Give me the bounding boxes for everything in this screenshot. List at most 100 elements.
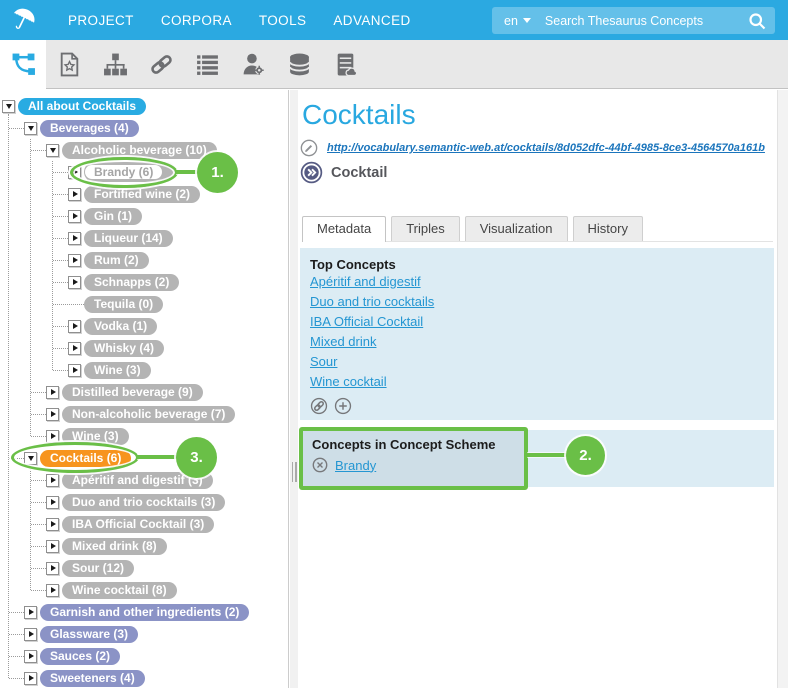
expand-icon[interactable] (68, 188, 81, 201)
tree-node-pill[interactable]: Glassware (3) (40, 626, 138, 643)
tree-connector (53, 370, 68, 371)
tree-node-pill[interactable]: Whisky (4) (84, 340, 164, 357)
top-concepts-actions (310, 397, 764, 415)
database-icon[interactable] (276, 40, 322, 89)
search-input[interactable] (545, 14, 747, 28)
splitter-grip[interactable] (292, 462, 295, 482)
tree-node-pill[interactable]: Schnapps (2) (84, 274, 179, 291)
tree-node-pill[interactable]: Vodka (1) (84, 318, 157, 335)
tree-node-pill[interactable]: Alcoholic beverage (10) (62, 142, 217, 159)
expand-icon[interactable] (46, 540, 59, 553)
expand-icon[interactable] (46, 408, 59, 421)
expand-icon[interactable] (46, 584, 59, 597)
expand-icon[interactable] (46, 562, 59, 575)
edit-pencil-icon[interactable] (300, 139, 318, 157)
top-concept-link[interactable]: Wine cocktail (310, 372, 387, 392)
scheme-concept-link[interactable]: Brandy (335, 458, 376, 473)
tree-node-pill[interactable]: Tequila (0) (84, 296, 163, 313)
expand-icon[interactable] (68, 364, 81, 377)
poolparty-umbrella-logo[interactable] (0, 0, 46, 40)
tree-item: Wine cocktail (8) (0, 579, 288, 601)
language-selector[interactable]: en (504, 14, 531, 28)
top-concepts-list: Apéritif and digestifDuo and trio cockta… (310, 272, 764, 392)
top-concepts-title: Top Concepts (310, 257, 764, 272)
tree-connector (31, 590, 46, 591)
expand-icon[interactable] (24, 628, 37, 641)
tree-connector (53, 304, 84, 305)
tree-item: Garnish and other ingredients (2) (0, 601, 288, 623)
tree-node-pill[interactable]: All about Cocktails (18, 98, 146, 115)
collapse-icon[interactable] (24, 122, 37, 135)
annotation-line-3 (137, 455, 179, 459)
tree-node-pill[interactable]: Mixed drink (8) (62, 538, 167, 555)
scrollbar-track[interactable] (777, 90, 788, 688)
top-concept-link[interactable]: Duo and trio cocktails (310, 292, 434, 312)
expand-icon[interactable] (24, 650, 37, 663)
tree-item: Beverages (4) (0, 117, 288, 139)
concepts-in-scheme-list: Brandy (312, 457, 515, 473)
top-concept-link[interactable]: Mixed drink (310, 332, 376, 352)
tree-node-pill[interactable]: Sauces (2) (40, 648, 120, 665)
expand-icon[interactable] (46, 518, 59, 531)
user-settings-icon[interactable] (230, 40, 276, 89)
expand-icon[interactable] (46, 474, 59, 487)
tree-node-pill[interactable]: Beverages (4) (40, 120, 139, 137)
tree-node-pill[interactable]: Liqueur (14) (84, 230, 173, 247)
add-link-icon[interactable] (310, 397, 328, 415)
tree-item: Tequila (0) (0, 293, 288, 315)
tab-visualization[interactable]: Visualization (465, 216, 568, 241)
top-concept-link[interactable]: Sour (310, 352, 337, 372)
annotation-badge-1: 1. (197, 152, 238, 193)
sitemap-icon[interactable] (92, 40, 138, 89)
concepts-in-scheme-highlight-box: Concepts in Concept Scheme Brandy (299, 427, 528, 490)
tree-node-pill[interactable]: Wine (3) (84, 362, 151, 379)
expand-icon[interactable] (24, 606, 37, 619)
expand-icon[interactable] (46, 430, 59, 443)
tree-node-pill[interactable]: Sour (12) (62, 560, 134, 577)
list-icon[interactable] (184, 40, 230, 89)
expand-icon[interactable] (68, 342, 81, 355)
tree-node-pill[interactable]: Duo and trio cocktails (3) (62, 494, 225, 511)
document-star-icon[interactable] (46, 40, 92, 89)
menu-item-project[interactable]: PROJECT (68, 13, 134, 28)
tab-history[interactable]: History (573, 216, 643, 241)
concept-tree-icon[interactable] (0, 40, 46, 89)
tree-node-pill[interactable]: Wine cocktail (8) (62, 582, 177, 599)
add-plus-icon[interactable] (334, 397, 352, 415)
expand-icon[interactable] (68, 254, 81, 267)
expand-icon[interactable] (46, 496, 59, 509)
tree-connector (31, 436, 46, 437)
tree-node-pill[interactable]: Rum (2) (84, 252, 149, 269)
collapse-icon[interactable] (2, 100, 15, 113)
server-cloud-icon[interactable] (322, 40, 368, 89)
tree-connector (53, 194, 68, 195)
link-icon[interactable] (138, 40, 184, 89)
expand-icon[interactable] (68, 276, 81, 289)
expand-icon[interactable] (24, 672, 37, 685)
tab-triples[interactable]: Triples (391, 216, 460, 241)
top-concept-link[interactable]: IBA Official Cocktail (310, 312, 423, 332)
tree-node-pill[interactable]: IBA Official Cocktail (3) (62, 516, 214, 533)
tree-connector (53, 216, 68, 217)
concept-scheme-uri-link[interactable]: http://vocabulary.semantic-web.at/cockta… (327, 142, 765, 154)
tree-node-pill[interactable]: Gin (1) (84, 208, 142, 225)
expand-icon[interactable] (68, 232, 81, 245)
tree-node-pill[interactable]: Sweeteners (4) (40, 670, 145, 687)
tree-node-pill[interactable]: Non-alcoholic beverage (7) (62, 406, 235, 423)
tab-metadata[interactable]: Metadata (302, 216, 386, 242)
expand-icon[interactable] (68, 210, 81, 223)
remove-circle-x-icon[interactable] (312, 457, 328, 473)
menu-item-advanced[interactable]: ADVANCED (333, 13, 410, 28)
collapse-icon[interactable] (46, 144, 59, 157)
tree-node-pill[interactable]: Fortified wine (2) (84, 186, 200, 203)
menu-item-tools[interactable]: TOOLS (259, 13, 307, 28)
search-icon[interactable] (747, 11, 767, 31)
panel-splitter[interactable] (290, 90, 298, 688)
tree-node-pill[interactable]: Distilled beverage (9) (62, 384, 203, 401)
menu-item-corpora[interactable]: CORPORA (161, 13, 232, 28)
tree-node-pill[interactable]: Garnish and other ingredients (2) (40, 604, 249, 621)
top-concept-link[interactable]: Apéritif and digestif (310, 272, 421, 292)
language-label: en (504, 14, 518, 28)
expand-icon[interactable] (46, 386, 59, 399)
expand-icon[interactable] (68, 320, 81, 333)
